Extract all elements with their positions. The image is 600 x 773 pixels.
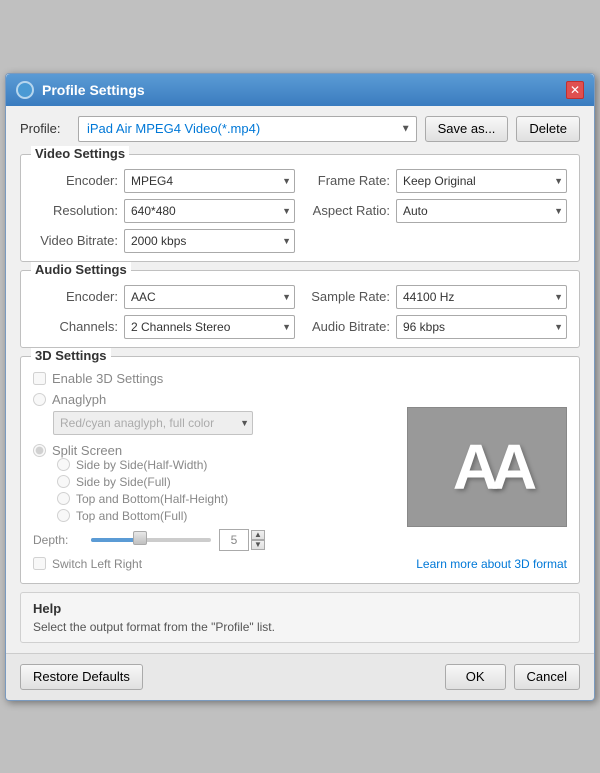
audio-settings-grid: Encoder: AAC ▼ Sample Rate: 44100 Hz bbox=[33, 285, 567, 339]
split-screen-radio[interactable] bbox=[33, 444, 46, 457]
switch-lr-checkbox[interactable] bbox=[33, 557, 46, 570]
anaglyph-select[interactable]: Red/cyan anaglyph, full color bbox=[53, 411, 253, 435]
video-settings-title: Video Settings bbox=[31, 146, 129, 161]
channels-select[interactable]: 2 Channels Stereo bbox=[124, 315, 295, 339]
title-bar: Profile Settings ✕ bbox=[6, 74, 594, 106]
depth-value: 5 bbox=[219, 529, 249, 551]
audio-encoder-select[interactable]: AAC bbox=[124, 285, 295, 309]
top-bottom-full-radio[interactable] bbox=[57, 509, 70, 522]
video-settings-section: Video Settings Encoder: MPEG4 ▼ Frame Ra… bbox=[20, 154, 580, 262]
footer-right: OK Cancel bbox=[445, 664, 580, 690]
depth-decrement-button[interactable]: ▼ bbox=[251, 540, 265, 550]
save-as-button[interactable]: Save as... bbox=[425, 116, 509, 142]
main-content: Profile: iPad Air MPEG4 Video(*.mp4) ▼ S… bbox=[6, 106, 594, 653]
audio-encoder-label: Encoder: bbox=[33, 289, 118, 304]
aspect-ratio-row: Aspect Ratio: Auto ▼ bbox=[305, 199, 567, 223]
audio-encoder-select-wrap: AAC ▼ bbox=[124, 285, 295, 309]
restore-defaults-button[interactable]: Restore Defaults bbox=[20, 664, 143, 690]
resolution-select[interactable]: 640*480 bbox=[124, 199, 295, 223]
channels-label: Channels: bbox=[33, 319, 118, 334]
resolution-label: Resolution: bbox=[33, 203, 118, 218]
window-title: Profile Settings bbox=[42, 82, 558, 98]
resolution-row: Resolution: 640*480 ▼ bbox=[33, 199, 295, 223]
learn-more-link[interactable]: Learn more about 3D format bbox=[416, 557, 567, 571]
depth-spinner: ▲ ▼ bbox=[251, 530, 265, 550]
depth-row: Depth: 5 ▲ ▼ bbox=[33, 529, 567, 551]
video-settings-grid: Encoder: MPEG4 ▼ Frame Rate: Keep Origin… bbox=[33, 169, 567, 253]
aspect-ratio-select[interactable]: Auto bbox=[396, 199, 567, 223]
3d-settings-section: 3D Settings AA Enable 3D Settings Anagly… bbox=[20, 356, 580, 584]
sample-rate-label: Sample Rate: bbox=[305, 289, 390, 304]
audio-settings-section: Audio Settings Encoder: AAC ▼ Sample Rat… bbox=[20, 270, 580, 348]
aspect-ratio-label: Aspect Ratio: bbox=[305, 203, 390, 218]
profile-select[interactable]: iPad Air MPEG4 Video(*.mp4) bbox=[78, 116, 417, 142]
enable-3d-row: Enable 3D Settings bbox=[33, 371, 567, 386]
help-title: Help bbox=[33, 601, 567, 616]
switch-lr-label[interactable]: Switch Left Right bbox=[52, 557, 142, 571]
encoder-row: Encoder: MPEG4 ▼ bbox=[33, 169, 295, 193]
slider-thumb[interactable] bbox=[133, 531, 147, 545]
resolution-select-wrap: 640*480 ▼ bbox=[124, 199, 295, 223]
aspect-ratio-select-wrap: Auto ▼ bbox=[396, 199, 567, 223]
3d-settings-title: 3D Settings bbox=[31, 348, 111, 363]
audio-bitrate-label: Audio Bitrate: bbox=[305, 319, 390, 334]
slider-fill bbox=[91, 538, 139, 542]
profile-select-wrap: iPad Air MPEG4 Video(*.mp4) ▼ bbox=[78, 116, 417, 142]
audio-bitrate-select[interactable]: 96 kbps bbox=[396, 315, 567, 339]
channels-row: Channels: 2 Channels Stereo ▼ bbox=[33, 315, 295, 339]
frame-rate-row: Frame Rate: Keep Original ▼ bbox=[305, 169, 567, 193]
encoder-select-wrap: MPEG4 ▼ bbox=[124, 169, 295, 193]
slider-track bbox=[91, 538, 211, 542]
depth-slider[interactable] bbox=[91, 532, 211, 548]
sample-rate-select-wrap: 44100 Hz ▼ bbox=[396, 285, 567, 309]
video-bitrate-select[interactable]: 2000 kbps bbox=[124, 229, 295, 253]
anaglyph-radio-row: Anaglyph bbox=[33, 392, 567, 407]
enable-3d-checkbox[interactable] bbox=[33, 372, 46, 385]
footer: Restore Defaults OK Cancel bbox=[6, 653, 594, 700]
depth-value-box: 5 ▲ ▼ bbox=[219, 529, 265, 551]
top-bottom-half-radio[interactable] bbox=[57, 492, 70, 505]
close-button[interactable]: ✕ bbox=[566, 81, 584, 99]
side-by-side-full-label[interactable]: Side by Side(Full) bbox=[76, 475, 171, 489]
sample-rate-row: Sample Rate: 44100 Hz ▼ bbox=[305, 285, 567, 309]
audio-settings-title: Audio Settings bbox=[31, 262, 131, 277]
audio-bitrate-select-wrap: 96 kbps ▼ bbox=[396, 315, 567, 339]
help-section: Help Select the output format from the "… bbox=[20, 592, 580, 643]
profile-label: Profile: bbox=[20, 121, 70, 136]
sample-rate-select[interactable]: 44100 Hz bbox=[396, 285, 567, 309]
encoder-select[interactable]: MPEG4 bbox=[124, 169, 295, 193]
anaglyph-radio[interactable] bbox=[33, 393, 46, 406]
top-bottom-full-label[interactable]: Top and Bottom(Full) bbox=[76, 509, 187, 523]
depth-increment-button[interactable]: ▲ bbox=[251, 530, 265, 540]
3d-preview-text: AA bbox=[445, 430, 529, 504]
ok-button[interactable]: OK bbox=[445, 664, 506, 690]
split-screen-label[interactable]: Split Screen bbox=[52, 443, 122, 458]
cancel-button[interactable]: Cancel bbox=[514, 664, 580, 690]
side-by-side-half-label[interactable]: Side by Side(Half-Width) bbox=[76, 458, 207, 472]
frame-rate-label: Frame Rate: bbox=[305, 173, 390, 188]
top-bottom-half-label[interactable]: Top and Bottom(Half-Height) bbox=[76, 492, 228, 506]
encoder-label: Encoder: bbox=[33, 173, 118, 188]
help-text: Select the output format from the "Profi… bbox=[33, 620, 567, 634]
side-by-side-half-radio[interactable] bbox=[57, 458, 70, 471]
frame-rate-select-wrap: Keep Original ▼ bbox=[396, 169, 567, 193]
video-bitrate-select-wrap: 2000 kbps ▼ bbox=[124, 229, 295, 253]
channels-select-wrap: 2 Channels Stereo ▼ bbox=[124, 315, 295, 339]
frame-rate-select[interactable]: Keep Original bbox=[396, 169, 567, 193]
enable-3d-label[interactable]: Enable 3D Settings bbox=[52, 371, 163, 386]
video-bitrate-label: Video Bitrate: bbox=[33, 233, 118, 248]
app-icon bbox=[16, 81, 34, 99]
anaglyph-label[interactable]: Anaglyph bbox=[52, 392, 106, 407]
profile-settings-window: Profile Settings ✕ Profile: iPad Air MPE… bbox=[5, 73, 595, 701]
audio-encoder-row: Encoder: AAC ▼ bbox=[33, 285, 295, 309]
delete-button[interactable]: Delete bbox=[516, 116, 580, 142]
anaglyph-select-wrap: Red/cyan anaglyph, full color ▼ bbox=[53, 411, 253, 435]
profile-row: Profile: iPad Air MPEG4 Video(*.mp4) ▼ S… bbox=[20, 116, 580, 142]
side-by-side-full-radio[interactable] bbox=[57, 475, 70, 488]
audio-bitrate-row: Audio Bitrate: 96 kbps ▼ bbox=[305, 315, 567, 339]
3d-preview: AA bbox=[407, 407, 567, 527]
video-bitrate-row: Video Bitrate: 2000 kbps ▼ bbox=[33, 229, 295, 253]
depth-label: Depth: bbox=[33, 533, 83, 547]
